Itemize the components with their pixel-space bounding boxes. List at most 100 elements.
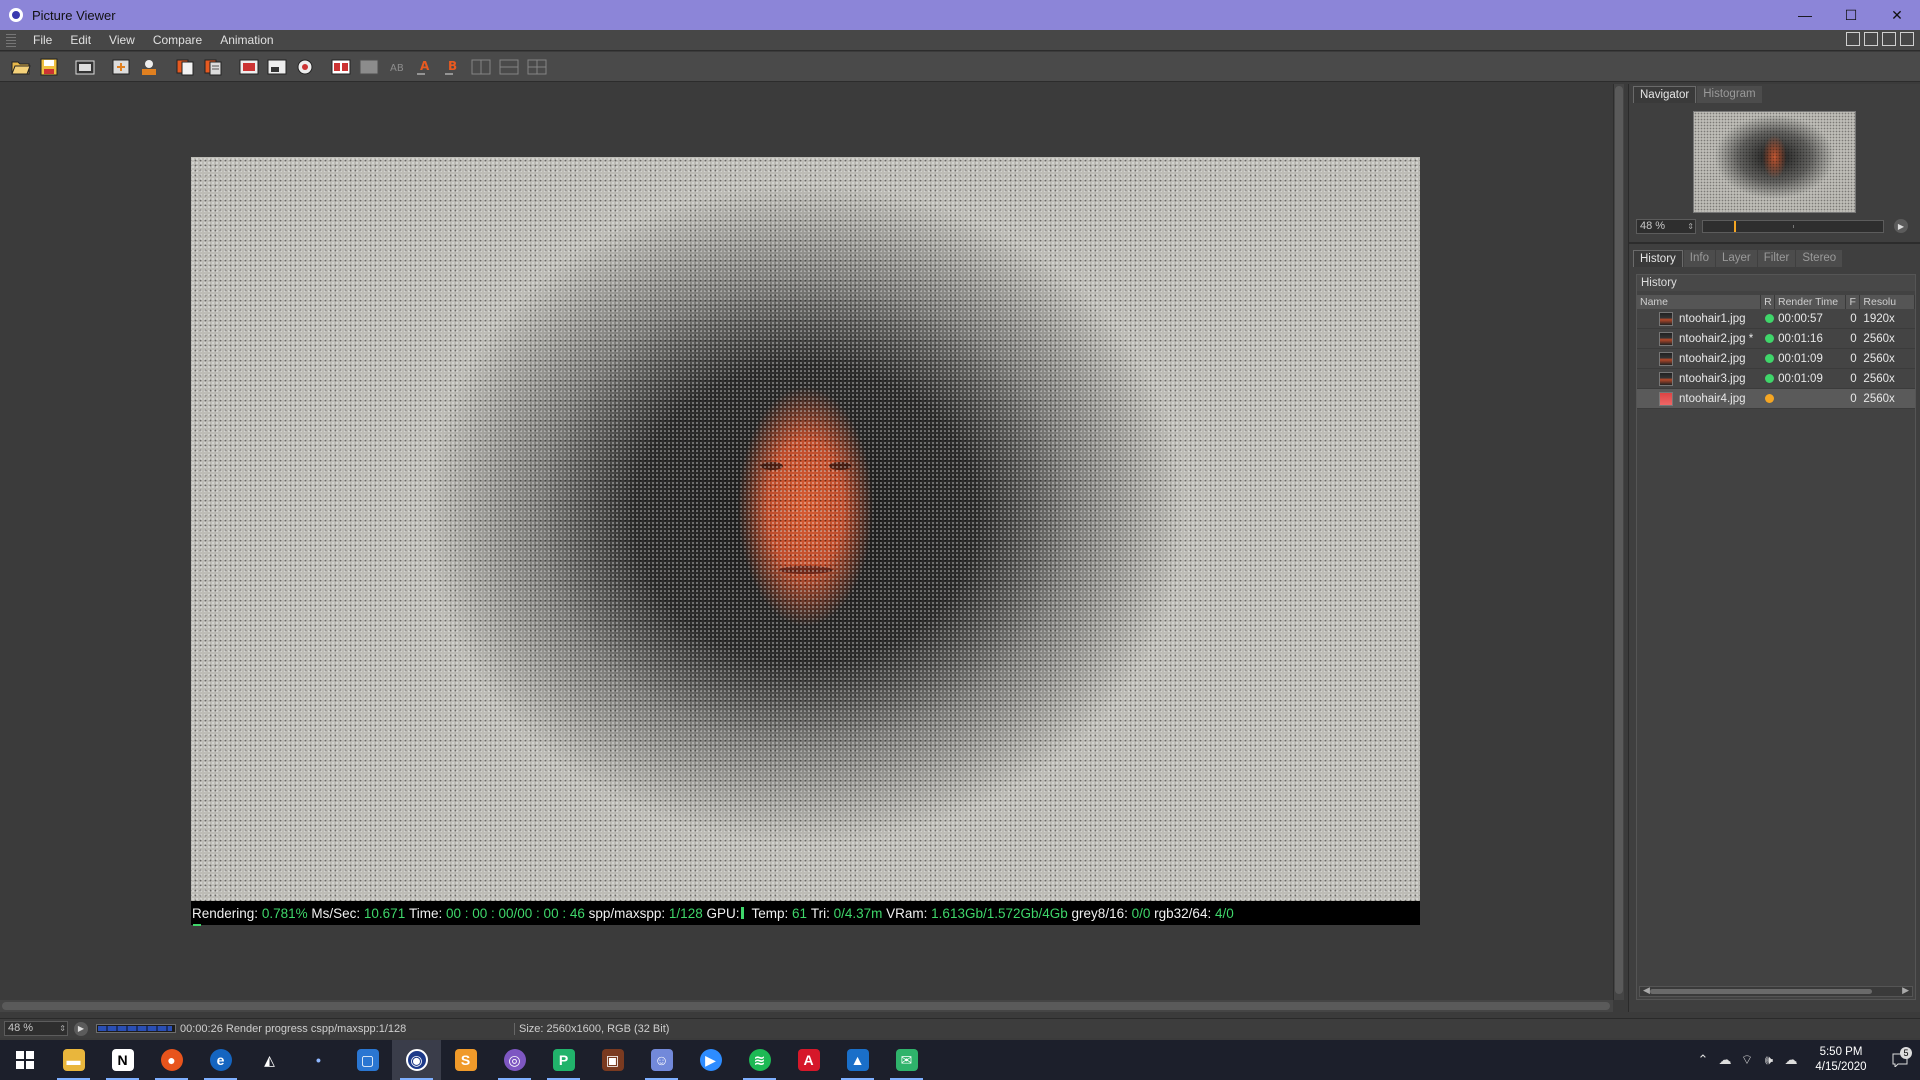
rendered-image[interactable] <box>191 157 1420 901</box>
split-icon[interactable] <box>468 54 494 80</box>
render-region-icon[interactable] <box>72 54 98 80</box>
table-row[interactable]: ntoohair2.jpg 00:01:09 0 2560x <box>1637 349 1915 369</box>
ab-mark-icon[interactable] <box>292 54 318 80</box>
spinner-icon[interactable]: ⇕ <box>59 1022 66 1035</box>
scrollbar-thumb[interactable] <box>1650 989 1872 994</box>
split-view-icon[interactable] <box>328 54 354 80</box>
spotify-icon[interactable]: ≋ <box>735 1040 784 1080</box>
copy-icon[interactable] <box>172 54 198 80</box>
menu-file[interactable]: File <box>24 33 61 47</box>
menu-view[interactable]: View <box>100 33 144 47</box>
column-render-time[interactable]: Render Time <box>1775 295 1847 309</box>
viewport-horizontal-scrollbar[interactable] <box>0 1000 1613 1012</box>
ab-text-icon[interactable]: AB <box>384 54 410 80</box>
network-icon[interactable]: ⌔ <box>1736 1052 1758 1068</box>
b-icon[interactable]: B <box>440 54 466 80</box>
panel-divider <box>1629 242 1920 244</box>
unity-icon[interactable]: ◭ <box>245 1040 294 1080</box>
column-resolution[interactable]: Resolu <box>1860 295 1915 309</box>
face-eyes <box>760 462 851 474</box>
row-resolution: 1920x <box>1863 312 1895 325</box>
close-button[interactable]: ✕ <box>1874 0 1920 30</box>
photos-icon[interactable]: ▲ <box>833 1040 882 1080</box>
ab-swap-icon[interactable] <box>264 54 290 80</box>
pycharm-icon[interactable]: P <box>539 1040 588 1080</box>
open-icon[interactable] <box>8 54 34 80</box>
taskbar: ▬ N ● e ◭ • ▢ ◉ S ◎ P ▣ ☺ ▶ ≋ A ▲ ✉ ⌃ ☁ … <box>0 1040 1920 1080</box>
table-row[interactable]: ntoohair4.jpg 0 2560x <box>1637 389 1915 409</box>
layout-panel-icon[interactable] <box>1846 32 1860 46</box>
row-filename: ntoohair1.jpg <box>1679 312 1746 325</box>
history-horizontal-scrollbar[interactable]: ◀ ▶ <box>1639 985 1913 997</box>
layout-pin-icon[interactable] <box>1900 32 1914 46</box>
status-zoom-field[interactable]: 48 % ⇕ <box>4 1021 68 1036</box>
table-row[interactable]: ntoohair2.jpg * 00:01:16 0 2560x <box>1637 329 1915 349</box>
file-explorer-icon[interactable]: ▬ <box>49 1040 98 1080</box>
scroll-right-icon[interactable]: ▶ <box>1902 985 1909 996</box>
scrollbar-thumb[interactable] <box>2 1002 1610 1010</box>
tab-history[interactable]: History <box>1633 250 1683 267</box>
tab-layer[interactable]: Layer <box>1715 250 1757 267</box>
menu-compare[interactable]: Compare <box>144 33 211 47</box>
cloud-icon[interactable]: ☁ <box>1714 1052 1736 1068</box>
chevron-up-icon[interactable]: ⌃ <box>1692 1052 1714 1068</box>
firefox-icon[interactable]: ● <box>147 1040 196 1080</box>
zoom-slider-handle[interactable] <box>1733 220 1736 232</box>
zoom-icon[interactable]: ▶ <box>686 1040 735 1080</box>
menu-animation[interactable]: Animation <box>211 33 282 47</box>
onedrive-icon[interactable]: ☁ <box>1780 1052 1802 1068</box>
a-icon[interactable]: A <box>412 54 438 80</box>
edge-icon[interactable]: e <box>196 1040 245 1080</box>
discord-icon[interactable]: ☺ <box>637 1040 686 1080</box>
zoom-slider[interactable] <box>1702 219 1884 233</box>
temp-value: 61 <box>792 905 808 921</box>
grid-icon[interactable] <box>524 54 550 80</box>
table-row[interactable]: ntoohair1.jpg 00:00:57 0 1920x <box>1637 309 1915 329</box>
store-icon[interactable]: ▢ <box>343 1040 392 1080</box>
mail-icon[interactable]: ✉ <box>882 1040 931 1080</box>
acrobat-icon[interactable]: A <box>784 1040 833 1080</box>
table-row[interactable]: ntoohair3.jpg 00:01:09 0 2560x <box>1637 369 1915 389</box>
user-icon[interactable] <box>136 54 162 80</box>
notification-center-icon[interactable]: 5 <box>1880 1047 1920 1067</box>
maximize-button[interactable]: ☐ <box>1828 0 1874 30</box>
row-f: 0 <box>1850 312 1857 325</box>
volume-icon[interactable]: 🕪 <box>1758 1052 1780 1068</box>
paste-icon[interactable] <box>200 54 226 80</box>
minimize-button[interactable]: — <box>1782 0 1828 30</box>
tab-navigator[interactable]: Navigator <box>1633 86 1697 103</box>
cinema4d-icon[interactable]: ◉ <box>392 1040 441 1080</box>
column-r[interactable]: R <box>1761 295 1775 309</box>
column-name[interactable]: Name <box>1637 295 1762 309</box>
layout-move-icon[interactable] <box>1882 32 1896 46</box>
windows-start-icon[interactable] <box>0 1040 49 1080</box>
image-viewport[interactable]: Rendering: 0.781% Ms/Sec: 10.671 Time: 0… <box>0 84 1613 1000</box>
navigator-thumbnail[interactable] <box>1693 111 1856 213</box>
save-icon[interactable] <box>36 54 62 80</box>
app-orange-icon[interactable]: ▣ <box>588 1040 637 1080</box>
status-dot-icon <box>1765 354 1775 363</box>
notion-icon[interactable]: N <box>98 1040 147 1080</box>
menu-edit[interactable]: Edit <box>61 33 100 47</box>
tab-histogram[interactable]: Histogram <box>1697 86 1762 103</box>
zoom-field[interactable]: 48 % ⇕ <box>1636 218 1696 234</box>
layout-icon[interactable] <box>496 54 522 80</box>
tab-info[interactable]: Info <box>1683 250 1715 267</box>
ab-compare-icon[interactable] <box>236 54 262 80</box>
app-icon[interactable]: • <box>294 1040 343 1080</box>
viewport-vertical-scrollbar[interactable] <box>1613 84 1624 1000</box>
layout-split-icon[interactable] <box>1864 32 1878 46</box>
scrollbar-thumb[interactable] <box>1615 86 1623 994</box>
tab-stereo[interactable]: Stereo <box>1796 250 1843 267</box>
tab-filter[interactable]: Filter <box>1757 250 1796 267</box>
spinner-icon[interactable]: ⇕ <box>1687 220 1694 233</box>
scroll-left-icon[interactable]: ◀ <box>1643 985 1650 996</box>
column-f[interactable]: F <box>1846 295 1861 309</box>
app-purple-icon[interactable]: ◎ <box>490 1040 539 1080</box>
zoom-play-icon[interactable]: ▶ <box>1894 219 1908 233</box>
status-play-icon[interactable]: ▶ <box>74 1021 88 1036</box>
export-icon[interactable] <box>108 54 134 80</box>
sublime-icon[interactable]: S <box>441 1040 490 1080</box>
clock[interactable]: 5:50 PM 4/15/2020 <box>1802 1045 1880 1075</box>
ab-overlay-icon[interactable] <box>356 54 382 80</box>
